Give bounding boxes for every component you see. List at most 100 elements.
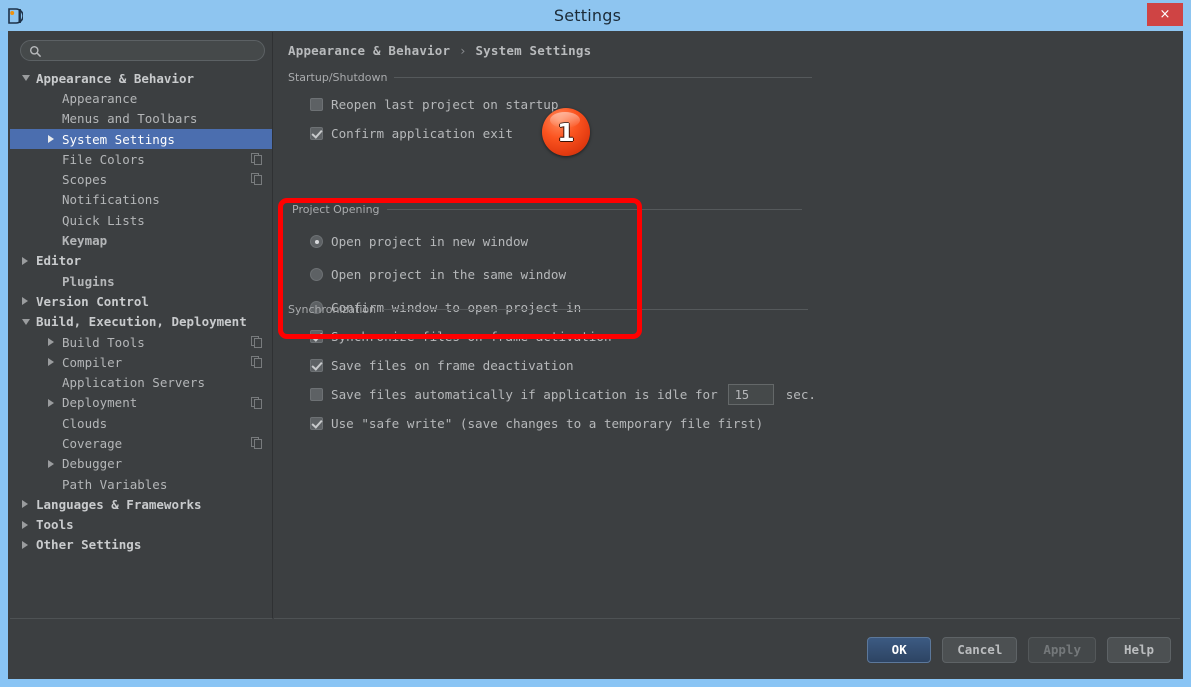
checkbox-box[interactable] (310, 388, 323, 401)
sidebar-item-editor[interactable]: Editor (10, 251, 272, 271)
chevron-right-icon[interactable] (48, 358, 54, 366)
sidebar-item-deployment[interactable]: Deployment (10, 393, 272, 413)
sidebar-item-quick-lists[interactable]: Quick Lists (10, 210, 272, 230)
help-button[interactable]: Help (1107, 637, 1171, 663)
sidebar-item-compiler[interactable]: Compiler (10, 352, 272, 372)
sidebar-item-appearance[interactable]: Appearance (10, 88, 272, 108)
checkbox-box[interactable] (310, 417, 323, 430)
sidebar-item-label: Keymap (62, 233, 107, 248)
chevron-right-icon[interactable] (22, 500, 28, 508)
copy-icon[interactable] (251, 437, 262, 452)
idle-seconds-input[interactable] (728, 384, 774, 405)
ok-button[interactable]: OK (867, 637, 931, 663)
sidebar-item-label: Coverage (62, 436, 122, 451)
chevron-down-icon[interactable] (22, 75, 30, 81)
copy-icon[interactable] (251, 153, 262, 168)
option-label: Reopen last project on startup (323, 97, 558, 112)
radio-button[interactable] (310, 268, 323, 281)
option-label: Synchronize files on frame activation (323, 329, 612, 344)
sidebar-item-label: Appearance & Behavior (36, 71, 194, 86)
checkbox-box[interactable] (310, 127, 323, 140)
checkbox-synchronize-files-on-frame-activation[interactable]: Synchronize files on frame activation (310, 322, 808, 351)
sidebar-item-plugins[interactable]: Plugins (10, 271, 272, 291)
sidebar-item-application-servers[interactable]: Application Servers (10, 372, 272, 392)
checkbox-use-safe-write-save-changes-to-a-temporary-file-[interactable]: Use "safe write" (save changes to a temp… (310, 409, 808, 438)
settings-dialog: Appearance & Behavior Appearance Menus and… (8, 31, 1183, 679)
sidebar-item-tools[interactable]: Tools (10, 515, 272, 535)
sidebar-item-label: Editor (36, 253, 81, 268)
sidebar-item-other-settings[interactable]: Other Settings (10, 535, 272, 555)
group-header: Synchronization (288, 302, 808, 316)
sidebar-item-label: Build, Execution, Deployment (36, 314, 247, 329)
sidebar-item-label: Plugins (62, 274, 115, 289)
sidebar-item-debugger[interactable]: Debugger (10, 454, 272, 474)
sidebar-item-system-settings[interactable]: System Settings (10, 129, 272, 149)
checkbox-save-files-automatically-if-application-is-idle-[interactable]: Save files automatically if application … (310, 380, 808, 409)
settings-sidebar: Appearance & Behavior Appearance Menus and… (10, 32, 273, 619)
radio-open-project-in-new-window[interactable]: Open project in new window (310, 225, 802, 258)
intellij-logo-icon (0, 0, 30, 31)
cancel-button[interactable]: Cancel (942, 637, 1017, 663)
search-input[interactable] (20, 40, 265, 61)
sidebar-item-menus-and-toolbars[interactable]: Menus and Toolbars (10, 109, 272, 129)
sidebar-item-label: Deployment (62, 395, 137, 410)
group-title: Project Opening (292, 203, 387, 216)
chevron-right-icon[interactable] (48, 399, 54, 407)
group-header: Startup/Shutdown (288, 70, 812, 84)
chevron-right-icon[interactable] (48, 338, 54, 346)
sidebar-item-build-tools[interactable]: Build Tools (10, 332, 272, 352)
chevron-down-icon[interactable] (22, 319, 30, 325)
group-divider (387, 209, 802, 210)
close-icon[interactable]: × (1147, 3, 1183, 26)
breadcrumb-root[interactable]: Appearance & Behavior (288, 43, 450, 58)
chevron-right-icon[interactable] (22, 521, 28, 529)
window-title: Settings (30, 6, 1191, 25)
option-label: Open project in new window (323, 234, 528, 249)
sidebar-item-version-control[interactable]: Version Control (10, 291, 272, 311)
sidebar-item-label: Compiler (62, 355, 122, 370)
checkbox-box[interactable] (310, 98, 323, 111)
sidebar-item-path-variables[interactable]: Path Variables (10, 474, 272, 494)
copy-icon[interactable] (251, 173, 262, 188)
sidebar-item-label: Notifications (62, 192, 160, 207)
checkbox-save-files-on-frame-deactivation[interactable]: Save files on frame deactivation (310, 351, 808, 380)
window-title-bar: Settings × (0, 0, 1191, 31)
breadcrumb: Appearance & Behavior › System Settings (288, 43, 591, 58)
chevron-right-icon[interactable] (48, 460, 54, 468)
sidebar-item-label: Application Servers (62, 375, 205, 390)
option-label: Save files on frame deactivation (323, 358, 574, 373)
checkbox-box[interactable] (310, 330, 323, 343)
copy-icon[interactable] (251, 356, 262, 371)
sidebar-item-appearance-behavior[interactable]: Appearance & Behavior (10, 68, 272, 88)
search-field-wrapper (20, 39, 265, 60)
radio-button[interactable] (310, 235, 323, 248)
sidebar-item-label: Appearance (62, 91, 137, 106)
sidebar-item-keymap[interactable]: Keymap (10, 230, 272, 250)
chevron-right-icon[interactable] (22, 297, 28, 305)
settings-window: Settings × Appearance & BehaviorAppearan… (0, 0, 1191, 687)
radio-open-project-in-the-same-window[interactable]: Open project in the same window (310, 258, 802, 291)
group-synchronization: Synchronization Synchronize files on fram… (288, 302, 808, 438)
sidebar-item-label: Quick Lists (62, 213, 145, 228)
sidebar-item-file-colors[interactable]: File Colors (10, 149, 272, 169)
chevron-right-icon[interactable] (22, 257, 28, 265)
sidebar-item-label: Tools (36, 517, 74, 532)
chevron-right-icon[interactable] (22, 541, 28, 549)
sidebar-item-clouds[interactable]: Clouds (10, 413, 272, 433)
group-title: Synchronization (288, 303, 383, 316)
sidebar-item-build-execution-deployment[interactable]: Build, Execution, Deployment (10, 312, 272, 332)
idle-seconds-unit-label: sec. (786, 387, 816, 402)
breadcrumb-separator-icon: › (459, 43, 467, 58)
chevron-right-icon[interactable] (48, 135, 54, 143)
apply-button: Apply (1028, 637, 1096, 663)
sidebar-item-languages-frameworks[interactable]: Languages & Frameworks (10, 494, 272, 514)
copy-icon[interactable] (251, 336, 262, 351)
option-label: Save files automatically if application … (323, 387, 718, 402)
sidebar-item-label: Debugger (62, 456, 122, 471)
copy-icon[interactable] (251, 397, 262, 412)
sidebar-item-scopes[interactable]: Scopes (10, 169, 272, 189)
sidebar-item-label: Menus and Toolbars (62, 111, 197, 126)
checkbox-box[interactable] (310, 359, 323, 372)
sidebar-item-coverage[interactable]: Coverage (10, 433, 272, 453)
sidebar-item-notifications[interactable]: Notifications (10, 190, 272, 210)
